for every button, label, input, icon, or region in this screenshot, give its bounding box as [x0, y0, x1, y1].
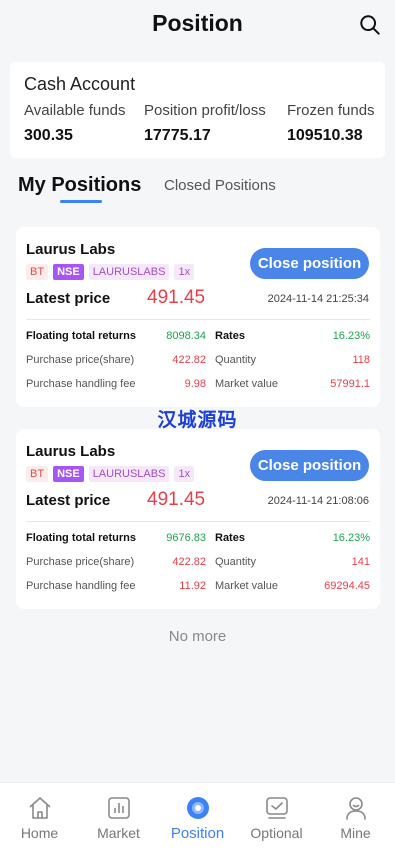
stock-tags: BT NSE LAURUSLABS 1x: [26, 264, 195, 280]
market-value-value: 69294.45: [324, 580, 370, 592]
available-funds-value: 300.35: [24, 127, 73, 144]
optional-icon: [265, 797, 288, 819]
latest-price-label: Latest price: [26, 492, 111, 509]
divider: [26, 319, 370, 320]
position-tabs: My Positions Closed Positions: [0, 172, 395, 212]
divider: [26, 521, 370, 522]
stats-row: Purchase handling fee 9.98 Market value …: [26, 378, 370, 396]
tab-market[interactable]: Market: [79, 795, 158, 841]
frozen-funds-label: Frozen funds: [287, 102, 375, 119]
latest-price-value: 491.45: [147, 489, 206, 510]
floating-returns-value: 8098.34: [166, 330, 206, 342]
watermark-text: 汉城源码: [157, 410, 238, 431]
market-icon: [107, 797, 130, 819]
handling-fee-label: Purchase handling fee: [26, 378, 136, 390]
list-end-text: No more: [168, 628, 227, 645]
tag-exchange: NSE: [53, 264, 84, 280]
tab-active-indicator: [60, 200, 102, 203]
stock-name: Laurus Labs: [26, 443, 116, 460]
stock-tags: BT NSE LAURUSLABS 1x: [26, 466, 195, 482]
rates-label: Rates: [215, 532, 245, 544]
market-value-label: Market value: [215, 580, 278, 592]
handling-fee-value: 9.98: [184, 378, 206, 390]
handling-fee-label: Purchase handling fee: [26, 580, 136, 592]
rates-label: Rates: [215, 330, 245, 342]
tab-my-positions[interactable]: My Positions: [18, 174, 141, 197]
handling-fee-value: 11.92: [179, 580, 206, 592]
tab-position[interactable]: Position: [158, 795, 237, 842]
position-profit-loss-label: Position profit/loss: [144, 102, 266, 119]
tag-bt: BT: [26, 466, 49, 482]
frozen-funds-value: 109510.38: [287, 127, 363, 144]
market-value-value: 57991.1: [330, 378, 370, 390]
search-icon[interactable]: [359, 14, 381, 36]
quantity-label: Quantity: [215, 556, 256, 568]
purchase-price-label: Purchase price(share): [26, 556, 135, 568]
market-value-label: Market value: [215, 378, 278, 390]
tag-leverage: 1x: [174, 264, 195, 280]
home-icon: [28, 797, 51, 819]
tab-home[interactable]: Home: [0, 795, 79, 841]
stats-row: Floating total returns 9676.83 Rates 16.…: [26, 532, 370, 550]
tab-label: Optional: [250, 825, 303, 841]
close-position-button[interactable]: Close position: [250, 450, 369, 481]
rates-value: 16.23%: [332, 330, 370, 342]
stock-name: Laurus Labs: [26, 241, 116, 258]
cash-account-card: Cash Account Available funds 300.35 Posi…: [10, 62, 385, 158]
position-timestamp: 2024-11-14 21:08:06: [267, 495, 369, 507]
close-position-button[interactable]: Close position: [250, 248, 369, 279]
mine-icon: [345, 797, 366, 820]
rates-value: 16.23%: [332, 532, 370, 544]
stats-row: Purchase price(share) 422.82 Quantity 11…: [26, 354, 370, 372]
tab-label: Market: [97, 825, 140, 841]
header: Position: [0, 0, 395, 50]
latest-price-label: Latest price: [26, 290, 111, 307]
position-timestamp: 2024-11-14 21:25:34: [267, 293, 369, 305]
tab-optional[interactable]: Optional: [237, 795, 316, 841]
position-card: Laurus Labs BT NSE LAURUSLABS 1x Close p…: [16, 429, 380, 609]
quantity-value: 118: [352, 354, 370, 366]
quantity-label: Quantity: [215, 354, 256, 366]
tag-symbol: LAURUSLABS: [88, 466, 170, 482]
purchase-price-value: 422.82: [172, 354, 206, 366]
position-profit-loss-value: 17775.17: [144, 127, 211, 144]
tag-exchange: NSE: [53, 466, 84, 482]
tab-mine[interactable]: Mine: [316, 795, 395, 841]
tag-bt: BT: [26, 264, 49, 280]
available-funds-label: Available funds: [24, 102, 126, 119]
tag-leverage: 1x: [174, 466, 195, 482]
floating-returns-value: 9676.83: [166, 532, 206, 544]
stats-row: Purchase handling fee 11.92 Market value…: [26, 580, 370, 598]
quantity-value: 141: [351, 556, 370, 568]
tab-label: Position: [170, 825, 225, 842]
floating-returns-label: Floating total returns: [26, 532, 136, 544]
purchase-price-value: 422.82: [172, 556, 206, 568]
tab-label: Home: [20, 825, 59, 841]
tab-closed-positions[interactable]: Closed Positions: [164, 177, 276, 194]
position-card: Laurus Labs BT NSE LAURUSLABS 1x Close p…: [16, 227, 380, 407]
available-funds: Available funds 300.35: [24, 102, 125, 145]
bottom-tab-bar: Home Market Position Optional Mine: [0, 782, 395, 854]
latest-price-value: 491.45: [147, 287, 206, 308]
cash-account-title: Cash Account: [24, 74, 136, 94]
stats-row: Floating total returns 8098.34 Rates 16.…: [26, 330, 370, 348]
frozen-funds: Frozen funds 109510.38: [287, 102, 375, 145]
page-title: Position: [152, 10, 243, 36]
purchase-price-label: Purchase price(share): [26, 354, 135, 366]
tab-label: Mine: [340, 825, 371, 841]
position-profit-loss: Position profit/loss 17775.17: [144, 102, 266, 145]
tag-symbol: LAURUSLABS: [88, 264, 170, 280]
floating-returns-label: Floating total returns: [26, 330, 136, 342]
position-icon: [186, 797, 209, 819]
stats-row: Purchase price(share) 422.82 Quantity 14…: [26, 556, 370, 574]
